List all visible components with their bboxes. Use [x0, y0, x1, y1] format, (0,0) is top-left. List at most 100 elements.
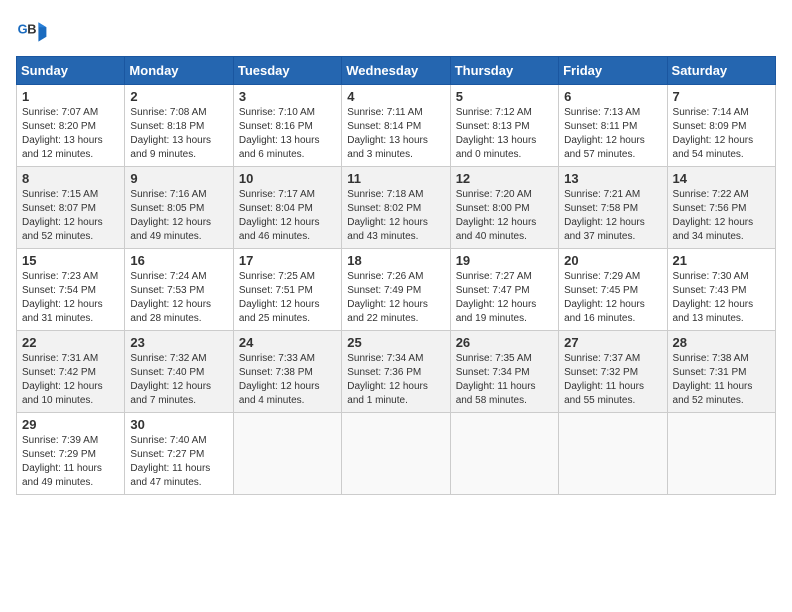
day-number: 24: [239, 335, 336, 350]
day-cell: 7 Sunrise: 7:14 AM Sunset: 8:09 PM Daylig…: [667, 85, 775, 167]
day-cell: 9Sunrise: 7:16 AM Sunset: 8:05 PM Daylig…: [125, 167, 233, 249]
day-number: 6: [564, 89, 661, 104]
day-number: 27: [564, 335, 661, 350]
day-number: 29: [22, 417, 119, 432]
day-cell: 5 Sunrise: 7:12 AM Sunset: 8:13 PM Daylig…: [450, 85, 558, 167]
week-row-3: 15Sunrise: 7:23 AM Sunset: 7:54 PM Dayli…: [17, 249, 776, 331]
day-cell: 22 Sunrise: 7:31 AM Sunset: 7:42 PM Dayli…: [17, 331, 125, 413]
day-number: 8: [22, 171, 119, 186]
day-info: Sunrise: 7:22 AM Sunset: 7:56 PM Dayligh…: [673, 188, 770, 244]
day-info: Sunrise: 7:15 AM Sunset: 8:07 PM Dayligh…: [22, 188, 119, 244]
day-cell: 23 Sunrise: 7:32 AM Sunset: 7:40 PM Dayli…: [125, 331, 233, 413]
day-number: 20: [564, 253, 661, 268]
day-info: Sunrise: 7:33 AM Sunset: 7:38 PM Dayligh…: [239, 352, 336, 408]
day-info: Sunrise: 7:16 AM Sunset: 8:05 PM Dayligh…: [130, 188, 227, 244]
day-cell: [450, 413, 558, 495]
day-number: 7: [673, 89, 770, 104]
day-cell: 17Sunrise: 7:25 AM Sunset: 7:51 PM Dayli…: [233, 249, 341, 331]
day-info: Sunrise: 7:23 AM Sunset: 7:54 PM Dayligh…: [22, 270, 119, 326]
day-info: Sunrise: 7:31 AM Sunset: 7:42 PM Dayligh…: [22, 352, 119, 408]
day-info: Sunrise: 7:10 AM Sunset: 8:16 PM Dayligh…: [239, 106, 336, 162]
day-info: Sunrise: 7:30 AM Sunset: 7:43 PM Dayligh…: [673, 270, 770, 326]
day-cell: 15Sunrise: 7:23 AM Sunset: 7:54 PM Dayli…: [17, 249, 125, 331]
svg-text:B: B: [27, 22, 36, 37]
day-number: 18: [347, 253, 444, 268]
header-cell-friday: Friday: [559, 57, 667, 85]
day-info: Sunrise: 7:34 AM Sunset: 7:36 PM Dayligh…: [347, 352, 444, 408]
day-number: 14: [673, 171, 770, 186]
day-info: Sunrise: 7:21 AM Sunset: 7:58 PM Dayligh…: [564, 188, 661, 244]
day-cell: 21Sunrise: 7:30 AM Sunset: 7:43 PM Dayli…: [667, 249, 775, 331]
day-cell: 3 Sunrise: 7:10 AM Sunset: 8:16 PM Daylig…: [233, 85, 341, 167]
week-row-2: 8 Sunrise: 7:15 AM Sunset: 8:07 PM Daylig…: [17, 167, 776, 249]
page-header: G B: [16, 16, 776, 48]
day-info: Sunrise: 7:35 AM Sunset: 7:34 PM Dayligh…: [456, 352, 553, 408]
day-number: 3: [239, 89, 336, 104]
day-cell: 12 Sunrise: 7:20 AM Sunset: 8:00 PM Dayli…: [450, 167, 558, 249]
svg-text:G: G: [18, 22, 28, 37]
day-cell: 14 Sunrise: 7:22 AM Sunset: 7:56 PM Dayli…: [667, 167, 775, 249]
day-info: Sunrise: 7:27 AM Sunset: 7:47 PM Dayligh…: [456, 270, 553, 326]
day-number: 25: [347, 335, 444, 350]
day-number: 13: [564, 171, 661, 186]
day-info: Sunrise: 7:17 AM Sunset: 8:04 PM Dayligh…: [239, 188, 336, 244]
header-cell-thursday: Thursday: [450, 57, 558, 85]
day-info: Sunrise: 7:39 AM Sunset: 7:29 PM Dayligh…: [22, 434, 119, 490]
day-cell: 4 Sunrise: 7:11 AM Sunset: 8:14 PM Daylig…: [342, 85, 450, 167]
day-info: Sunrise: 7:26 AM Sunset: 7:49 PM Dayligh…: [347, 270, 444, 326]
day-cell: 18 Sunrise: 7:26 AM Sunset: 7:49 PM Dayli…: [342, 249, 450, 331]
calendar-body: 1 Sunrise: 7:07 AM Sunset: 8:20 PM Daylig…: [17, 85, 776, 495]
day-number: 2: [130, 89, 227, 104]
logo: G B: [16, 16, 52, 48]
day-cell: 28 Sunrise: 7:38 AM Sunset: 7:31 PM Dayli…: [667, 331, 775, 413]
day-cell: 8 Sunrise: 7:15 AM Sunset: 8:07 PM Daylig…: [17, 167, 125, 249]
day-cell: 30Sunrise: 7:40 AM Sunset: 7:27 PM Dayli…: [125, 413, 233, 495]
day-number: 22: [22, 335, 119, 350]
day-number: 28: [673, 335, 770, 350]
day-cell: 29 Sunrise: 7:39 AM Sunset: 7:29 PM Dayli…: [17, 413, 125, 495]
week-row-4: 22 Sunrise: 7:31 AM Sunset: 7:42 PM Dayli…: [17, 331, 776, 413]
day-info: Sunrise: 7:08 AM Sunset: 8:18 PM Dayligh…: [130, 106, 227, 162]
day-cell: 11 Sunrise: 7:18 AM Sunset: 8:02 PM Dayli…: [342, 167, 450, 249]
day-cell: 26Sunrise: 7:35 AM Sunset: 7:34 PM Dayli…: [450, 331, 558, 413]
header-cell-tuesday: Tuesday: [233, 57, 341, 85]
header-cell-saturday: Saturday: [667, 57, 775, 85]
day-cell: 19 Sunrise: 7:27 AM Sunset: 7:47 PM Dayli…: [450, 249, 558, 331]
day-cell: [233, 413, 341, 495]
day-cell: 13 Sunrise: 7:21 AM Sunset: 7:58 PM Dayli…: [559, 167, 667, 249]
day-number: 17: [239, 253, 336, 268]
day-cell: [342, 413, 450, 495]
day-info: Sunrise: 7:32 AM Sunset: 7:40 PM Dayligh…: [130, 352, 227, 408]
day-number: 1: [22, 89, 119, 104]
day-info: Sunrise: 7:20 AM Sunset: 8:00 PM Dayligh…: [456, 188, 553, 244]
calendar-header: SundayMondayTuesdayWednesdayThursdayFrid…: [17, 57, 776, 85]
day-cell: 24 Sunrise: 7:33 AM Sunset: 7:38 PM Dayli…: [233, 331, 341, 413]
header-cell-wednesday: Wednesday: [342, 57, 450, 85]
day-info: Sunrise: 7:12 AM Sunset: 8:13 PM Dayligh…: [456, 106, 553, 162]
day-info: Sunrise: 7:14 AM Sunset: 8:09 PM Dayligh…: [673, 106, 770, 162]
day-cell: [559, 413, 667, 495]
day-number: 23: [130, 335, 227, 350]
day-cell: 10 Sunrise: 7:17 AM Sunset: 8:04 PM Dayli…: [233, 167, 341, 249]
day-number: 19: [456, 253, 553, 268]
day-cell: [667, 413, 775, 495]
logo-icon: G B: [16, 16, 48, 48]
day-number: 11: [347, 171, 444, 186]
week-row-5: 29 Sunrise: 7:39 AM Sunset: 7:29 PM Dayli…: [17, 413, 776, 495]
day-number: 10: [239, 171, 336, 186]
header-cell-monday: Monday: [125, 57, 233, 85]
day-number: 12: [456, 171, 553, 186]
day-info: Sunrise: 7:11 AM Sunset: 8:14 PM Dayligh…: [347, 106, 444, 162]
day-number: 4: [347, 89, 444, 104]
day-number: 5: [456, 89, 553, 104]
day-info: Sunrise: 7:07 AM Sunset: 8:20 PM Dayligh…: [22, 106, 119, 162]
day-info: Sunrise: 7:18 AM Sunset: 8:02 PM Dayligh…: [347, 188, 444, 244]
day-cell: 6Sunrise: 7:13 AM Sunset: 8:11 PM Daylig…: [559, 85, 667, 167]
day-info: Sunrise: 7:38 AM Sunset: 7:31 PM Dayligh…: [673, 352, 770, 408]
day-cell: 1 Sunrise: 7:07 AM Sunset: 8:20 PM Daylig…: [17, 85, 125, 167]
day-info: Sunrise: 7:40 AM Sunset: 7:27 PM Dayligh…: [130, 434, 227, 490]
day-info: Sunrise: 7:29 AM Sunset: 7:45 PM Dayligh…: [564, 270, 661, 326]
day-cell: 2 Sunrise: 7:08 AM Sunset: 8:18 PM Daylig…: [125, 85, 233, 167]
header-row: SundayMondayTuesdayWednesdayThursdayFrid…: [17, 57, 776, 85]
day-info: Sunrise: 7:24 AM Sunset: 7:53 PM Dayligh…: [130, 270, 227, 326]
